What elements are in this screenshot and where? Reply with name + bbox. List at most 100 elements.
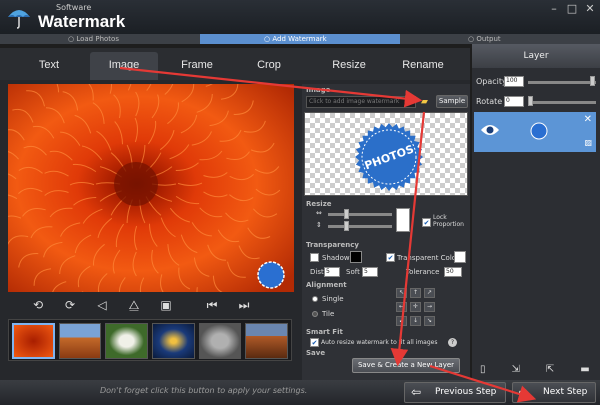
tolerance-input[interactable]: 50: [444, 267, 462, 277]
resize-width-knob[interactable]: [344, 209, 349, 219]
tab-resize[interactable]: Resize: [318, 52, 380, 80]
flip-horizontal-icon[interactable]: ⧋: [126, 298, 142, 312]
thumbnail-item[interactable]: [12, 323, 55, 359]
section-save-title: Save: [306, 349, 326, 357]
align-top-right-button[interactable]: ↗: [424, 288, 435, 298]
layer-item-selected[interactable]: ✕ ▨: [474, 112, 596, 152]
close-icon[interactable]: ✕: [584, 3, 596, 15]
shadow-color-swatch[interactable]: [350, 251, 362, 263]
thumbnail-item[interactable]: [198, 323, 242, 359]
delete-layer-icon[interactable]: ✕: [584, 114, 592, 125]
opacity-knob[interactable]: [590, 76, 595, 86]
folder-icon[interactable]: ▰: [421, 96, 433, 108]
tolerance-label: Tolerance: [406, 268, 440, 276]
save-create-layer-button[interactable]: Save & Create a New Layer: [352, 358, 460, 373]
arrow-right-icon: ⇨: [519, 385, 530, 399]
resize-height-label: ⇕: [316, 221, 322, 229]
thumbnail-item[interactable]: [152, 323, 195, 359]
align-center-button[interactable]: ✛: [410, 302, 421, 312]
thumbnail-item[interactable]: [105, 323, 148, 359]
tab-frame[interactable]: Frame: [168, 52, 226, 80]
watermark-badge-icon[interactable]: [256, 260, 286, 290]
step-progress-bar: ○ Load Photos ○ Add Watermark ○ Output: [0, 34, 600, 44]
rotate-slider[interactable]: [528, 101, 596, 104]
layer-title: Layer: [472, 44, 600, 68]
preview-toolbar: ⟲ ⟳ ◁ ⧋ ▣ ⏮ ⏭: [30, 298, 252, 312]
transparent-color-checkbox[interactable]: ✔: [386, 253, 395, 262]
single-label: Single: [322, 295, 344, 303]
rotate-right-icon[interactable]: ⟳: [62, 298, 78, 312]
align-right-button[interactable]: →: [424, 302, 435, 312]
maximize-icon[interactable]: □: [566, 3, 578, 15]
previous-image-icon[interactable]: ⏮: [204, 298, 220, 312]
resize-width-label: ⇔: [316, 209, 322, 217]
visibility-eye-icon[interactable]: [480, 122, 500, 138]
step-add-watermark[interactable]: ○ Add Watermark: [264, 34, 327, 44]
minimize-icon[interactable]: –: [548, 3, 560, 15]
step-load-photos[interactable]: ○ Load Photos: [68, 34, 119, 44]
arrow-left-icon: ⇦: [411, 385, 422, 399]
soft-input[interactable]: 5: [362, 267, 378, 277]
section-alignment-title: Alignment: [306, 281, 347, 289]
shadow-label: Shadow: [322, 254, 350, 262]
tab-bar: Text Image Frame Crop Resize Rename: [0, 48, 470, 80]
section-smart-fit-title: Smart Fit: [306, 328, 343, 336]
rotate-left-icon[interactable]: ⟲: [30, 298, 46, 312]
resize-value-box[interactable]: [396, 208, 410, 232]
single-radio[interactable]: [312, 296, 318, 302]
opacity-label: Opacity: [476, 77, 507, 86]
thumbnail-item[interactable]: [245, 323, 288, 359]
transparent-color-swatch[interactable]: [454, 251, 466, 263]
align-bottom-right-button[interactable]: ↘: [424, 316, 435, 326]
previous-step-label: Previous Step: [435, 387, 497, 397]
fit-screen-icon[interactable]: ▣: [158, 298, 174, 312]
opacity-slider[interactable]: [528, 81, 596, 84]
opacity-input[interactable]: 100: [504, 76, 524, 87]
tab-rename[interactable]: Rename: [392, 52, 454, 80]
delete-all-icon[interactable]: ▬: [580, 364, 589, 375]
import-layer-icon[interactable]: ⇲: [512, 364, 520, 375]
auto-resize-checkbox[interactable]: ✔: [310, 338, 319, 347]
align-left-button[interactable]: ←: [396, 302, 407, 312]
resize-height-knob[interactable]: [344, 221, 349, 231]
photos-stamp-icon: PHOTOS: [355, 123, 423, 191]
flip-vertical-icon[interactable]: ◁: [94, 298, 110, 312]
next-step-label: Next Step: [543, 387, 588, 397]
resize-height-slider[interactable]: [328, 225, 392, 228]
next-image-icon[interactable]: ⏭: [236, 298, 252, 312]
image-path-input[interactable]: Click to add image watermark: [306, 96, 416, 108]
tile-radio[interactable]: [312, 311, 318, 317]
align-top-button[interactable]: ↑: [410, 288, 421, 298]
align-bottom-button[interactable]: ↓: [410, 316, 421, 326]
title-bar: Software Watermark – □ ✕: [0, 0, 600, 34]
layer-panel: [472, 44, 600, 380]
thumbnail-item[interactable]: [58, 323, 102, 359]
shadow-checkbox[interactable]: [310, 253, 319, 262]
dist-label: Dist: [310, 268, 324, 276]
layer-toolbar: ▯ ⇲ ⇱ ▬: [480, 364, 590, 375]
section-resize-title: Resize: [306, 200, 332, 208]
tab-text[interactable]: Text: [20, 52, 78, 80]
export-layer-icon[interactable]: ⇱: [546, 364, 554, 375]
step-output[interactable]: ○ Output: [468, 34, 501, 44]
align-top-left-button[interactable]: ↖: [396, 288, 407, 298]
tab-crop[interactable]: Crop: [240, 52, 298, 80]
next-step-button[interactable]: ⇨ Next Step: [512, 382, 596, 403]
rotate-input[interactable]: 0: [504, 96, 524, 107]
dist-input[interactable]: 5: [324, 267, 340, 277]
lock-proportion-label: Lock Proportion: [433, 214, 464, 228]
resize-width-slider[interactable]: [328, 213, 392, 216]
rotate-knob[interactable]: [528, 96, 533, 106]
new-layer-icon[interactable]: ▯: [480, 364, 486, 375]
align-bottom-left-button[interactable]: ↙: [396, 316, 407, 326]
previous-step-button[interactable]: ⇦ Previous Step: [404, 382, 506, 403]
help-icon[interactable]: ?: [448, 338, 457, 347]
tab-image[interactable]: Image: [90, 52, 158, 80]
flower-image: [8, 84, 294, 292]
rotate-label: Rotate: [476, 97, 503, 106]
photo-preview[interactable]: [8, 84, 294, 292]
sample-button[interactable]: Sample: [436, 95, 468, 108]
section-transparency-title: Transparency: [306, 241, 359, 249]
lock-proportion-checkbox[interactable]: ✔: [422, 218, 431, 227]
watermark-preview: PHOTOS: [304, 112, 468, 196]
